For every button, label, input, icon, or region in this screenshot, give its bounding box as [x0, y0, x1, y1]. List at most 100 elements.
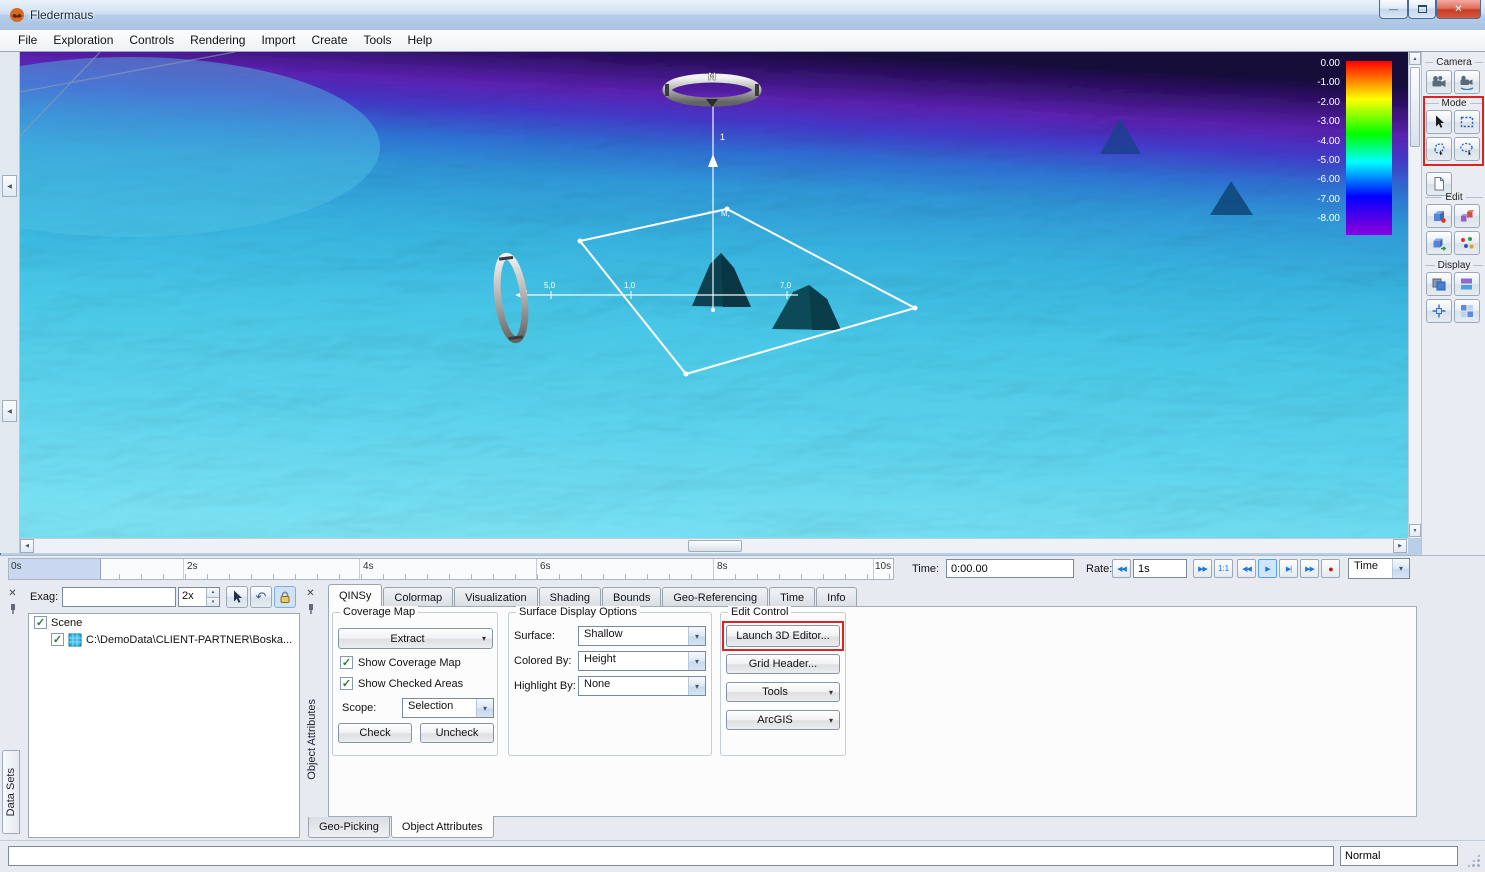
edit-points-button[interactable] [1454, 231, 1480, 255]
rewind-icon: ◀◀ [1117, 565, 1126, 573]
resize-grip[interactable] [1466, 853, 1481, 868]
lock-button[interactable] [274, 586, 296, 608]
scope-combo[interactable]: Selection ▾ [402, 698, 494, 718]
collapse-left-button-1[interactable]: ◀ [2, 175, 17, 197]
tab-bounds[interactable]: Bounds [602, 587, 661, 607]
exag-spinner[interactable]: 2x ▴ ▾ [178, 587, 220, 607]
dataset-checkbox[interactable]: ✓ [51, 633, 64, 646]
show-coverage-map-checkbox[interactable]: ✓ [340, 656, 353, 669]
tab-shading[interactable]: Shading [539, 587, 601, 607]
step-forward-button[interactable]: ▶| [1279, 559, 1298, 578]
attributes-close-button[interactable]: ✕ [304, 587, 317, 600]
spinner-up-icon[interactable]: ▴ [207, 588, 219, 598]
scene-viewport[interactable]: 5,0 1,0 7,0 1 M, N [20, 52, 1408, 538]
extract-dropdown[interactable]: Extract ▾ [338, 628, 493, 649]
timeline-ruler[interactable]: 0s 2s 4s 6s 8s 10s [8, 558, 894, 580]
show-coverage-map-row[interactable]: ✓ Show Coverage Map [340, 656, 461, 669]
tree-row-dataset[interactable]: ✓ C:\DemoData\CLIENT-PARTNER\Boska... [29, 631, 299, 648]
display-grid-button[interactable] [1454, 299, 1480, 323]
tab-geo-picking[interactable]: Geo-Picking [308, 817, 390, 838]
uncheck-button[interactable]: Uncheck [420, 723, 494, 743]
show-checked-areas-checkbox[interactable]: ✓ [340, 677, 353, 690]
mode-lasso-select-button[interactable] [1454, 137, 1480, 161]
scroll-left-button[interactable]: ◀ [20, 539, 34, 553]
tab-qinsy[interactable]: QINSy [328, 584, 382, 607]
menu-help[interactable]: Help [400, 30, 441, 51]
camera-orbit-button[interactable] [1454, 70, 1480, 94]
horizontal-scrollbar[interactable]: ◀ ▶ [20, 538, 1408, 553]
status-message-field[interactable] [8, 846, 1334, 866]
tree-row-scene[interactable]: ✓ Scene [29, 614, 299, 631]
menu-file[interactable]: File [10, 30, 45, 51]
attributes-pin-icon[interactable] [306, 603, 316, 615]
spinner-down-icon[interactable]: ▾ [207, 598, 219, 607]
record-button[interactable]: ● [1321, 559, 1340, 578]
skip-to-end-button[interactable]: ▶▶ [1300, 559, 1319, 578]
edit-move-cube-button[interactable] [1426, 231, 1452, 255]
play-button[interactable]: ▶ [1258, 559, 1277, 578]
collapse-left-button-2[interactable]: ◀ [2, 400, 17, 422]
display-panels-button[interactable] [1454, 272, 1480, 296]
scene-tree[interactable]: ✓ Scene ✓ C:\DemoData\CLIENT-PARTNER\Bos… [28, 613, 300, 838]
scene-checkbox[interactable]: ✓ [34, 616, 47, 629]
launch-3d-editor-button[interactable]: Launch 3D Editor... [726, 625, 840, 647]
bathymetry-scene[interactable]: 5,0 1,0 7,0 1 M, N [20, 52, 1408, 538]
tab-object-attributes[interactable]: Object Attributes [391, 816, 494, 838]
exag-input[interactable] [62, 587, 176, 607]
edit-cube-button[interactable] [1426, 204, 1452, 228]
minimize-button[interactable]: — [1379, 0, 1408, 19]
tab-info[interactable]: Info [816, 587, 856, 607]
tools-dropdown-button[interactable]: Tools ▾ [726, 682, 840, 702]
menu-import[interactable]: Import [253, 30, 303, 51]
scroll-down-button[interactable]: ▼ [1409, 524, 1421, 537]
display-layers-button[interactable] [1426, 272, 1452, 296]
menu-controls[interactable]: Controls [121, 30, 182, 51]
title-bar[interactable]: Fledermaus — ✕ [0, 0, 1485, 30]
timeline-selection[interactable] [9, 559, 101, 579]
check-button[interactable]: Check [338, 723, 412, 743]
rate-value-field[interactable] [1133, 559, 1187, 578]
datasets-close-button[interactable]: ✕ [6, 587, 19, 600]
undo-button[interactable]: ↶ [250, 586, 272, 608]
tab-visualization[interactable]: Visualization [454, 587, 538, 607]
fast-forward-button[interactable]: ▶▶ [1193, 559, 1212, 578]
scroll-up-button[interactable]: ▲ [1409, 52, 1421, 65]
interaction-mode-field[interactable] [1340, 846, 1458, 866]
mode-rectangle-select-button[interactable] [1454, 110, 1480, 134]
mode-polygon-select-button[interactable] [1426, 137, 1452, 161]
skip-to-start-button[interactable]: ◀◀ [1237, 559, 1256, 578]
edit-cubes-button[interactable] [1454, 204, 1480, 228]
vertical-scroll-thumb[interactable] [1410, 67, 1420, 147]
scroll-right-button[interactable]: ▶ [1393, 539, 1407, 553]
rate-rewind-button[interactable]: ◀◀ [1112, 559, 1131, 578]
menu-exploration[interactable]: Exploration [45, 30, 121, 51]
menu-create[interactable]: Create [303, 30, 355, 51]
pick-pointer-button[interactable] [226, 586, 248, 608]
time-value-field[interactable] [946, 559, 1074, 578]
edit-group-label: Edit [1425, 192, 1483, 203]
camera-view-button[interactable] [1426, 70, 1452, 94]
timeline-mode-combo[interactable]: Time ▾ [1348, 558, 1410, 579]
datasets-pin-icon[interactable] [8, 603, 18, 615]
show-checked-areas-row[interactable]: ✓ Show Checked Areas [340, 677, 463, 690]
maximize-button[interactable] [1408, 0, 1436, 19]
menu-rendering[interactable]: Rendering [182, 30, 253, 51]
tab-geo-referencing[interactable]: Geo-Referencing [662, 587, 768, 607]
arcgis-dropdown-button[interactable]: ArcGIS ▾ [726, 710, 840, 730]
tab-colormap[interactable]: Colormap [383, 587, 453, 607]
horizontal-scroll-thumb[interactable] [688, 540, 742, 552]
ratio-button[interactable]: 1:1 [1214, 559, 1233, 578]
highlight-by-combo[interactable]: None ▾ [578, 676, 706, 696]
menu-tools[interactable]: Tools [356, 30, 400, 51]
colored-by-combo[interactable]: Height ▾ [578, 651, 706, 671]
application-window: Fledermaus — ✕ File Exploration Controls… [0, 0, 1485, 872]
display-grid-icon [1459, 303, 1475, 319]
mode-pointer-button[interactable] [1426, 110, 1452, 134]
tab-time[interactable]: Time [769, 587, 815, 607]
close-button[interactable]: ✕ [1436, 0, 1481, 19]
vertical-scrollbar[interactable]: ▲ ▼ [1408, 52, 1421, 538]
surface-combo[interactable]: Shallow ▾ [578, 626, 706, 646]
display-crosshair-button[interactable] [1426, 299, 1452, 323]
grid-header-button[interactable]: Grid Header... [726, 654, 840, 674]
dock-tab-data-sets[interactable]: Data Sets [2, 750, 20, 834]
